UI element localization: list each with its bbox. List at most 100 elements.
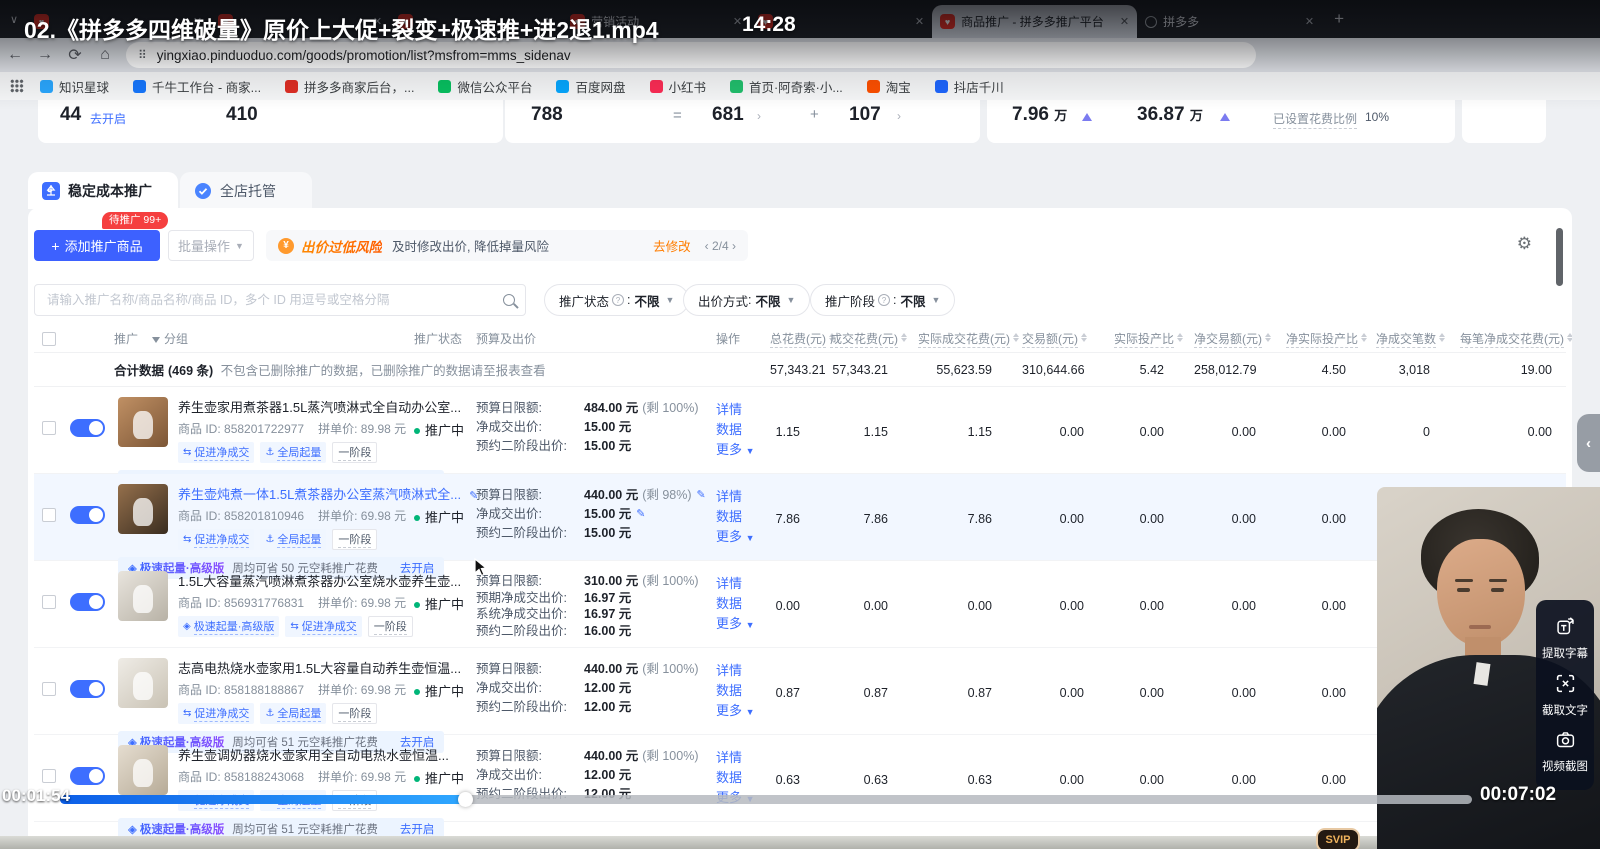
- row-checkbox[interactable]: [42, 421, 56, 435]
- stat-action-link[interactable]: 去开启: [90, 110, 126, 127]
- op-link[interactable]: 更多 ▼: [716, 527, 770, 548]
- scrollbar-thumb[interactable]: [1556, 228, 1563, 286]
- reload-icon[interactable]: ⟳: [60, 45, 90, 65]
- select-all-checkbox[interactable]: [42, 331, 56, 346]
- column-header-metric[interactable]: 总花费(元): [770, 330, 835, 348]
- op-link[interactable]: 更多 ▼: [716, 440, 770, 461]
- bookmark-item[interactable]: 首页·阿奇索·小...: [730, 77, 843, 96]
- bookmark-item[interactable]: 知识星球: [40, 77, 109, 96]
- bookmark-item[interactable]: 淘宝: [866, 77, 911, 96]
- speed-boost-enable-link[interactable]: 去开启: [400, 821, 435, 837]
- op-link[interactable]: 详情: [716, 487, 770, 507]
- op-link[interactable]: 数据: [716, 420, 770, 440]
- sort-icon[interactable]: [1361, 332, 1368, 342]
- row-checkbox[interactable]: [42, 508, 56, 522]
- product-tag[interactable]: ⚓全局起量: [260, 703, 327, 724]
- tab-close-icon[interactable]: ✕: [1120, 15, 1129, 28]
- add-promotion-button[interactable]: + 添加推广商品: [34, 230, 160, 261]
- promotion-toggle[interactable]: [70, 767, 105, 785]
- column-header-metric[interactable]: 交易额(元): [1022, 330, 1114, 348]
- bookmark-item[interactable]: 千牛工作台 - 商家...: [133, 77, 261, 96]
- home-icon[interactable]: ⌂: [90, 46, 120, 64]
- edit-pencil-icon[interactable]: ✎: [697, 486, 706, 505]
- product-tag[interactable]: 一阶段: [332, 703, 378, 724]
- row-checkbox[interactable]: [42, 769, 56, 783]
- column-header-metric[interactable]: 成交花费(元): [830, 330, 918, 348]
- product-tag[interactable]: ⚓全局起量: [260, 529, 327, 550]
- bookmark-item[interactable]: 拼多多商家后台，...: [285, 77, 414, 96]
- search-icon[interactable]: [503, 294, 515, 306]
- product-tag[interactable]: ◈ 极速起量·高级版: [178, 616, 280, 637]
- video-tool-视频截图[interactable]: 视频截图: [1542, 729, 1588, 774]
- search-box[interactable]: [34, 284, 526, 316]
- op-link[interactable]: 详情: [716, 748, 770, 768]
- column-header-metric[interactable]: 实际成交花费(元): [918, 330, 1022, 348]
- filter-funnel-icon[interactable]: [152, 337, 161, 343]
- promotion-toggle[interactable]: [70, 593, 105, 611]
- column-header-metric[interactable]: 净实际投产比: [1286, 330, 1376, 348]
- tab-close-icon[interactable]: ✕: [915, 15, 924, 28]
- url-field[interactable]: ⠿ yingxiao.pinduoduo.com/goods/promotion…: [126, 42, 1256, 68]
- row-checkbox[interactable]: [42, 682, 56, 696]
- browser-tab[interactable]: ♥ 商品推广 - 拼多多推广平台 ✕: [932, 5, 1138, 38]
- column-header-metric[interactable]: 净交易额(元): [1194, 330, 1286, 348]
- tab-close-icon[interactable]: ✕: [733, 15, 742, 28]
- product-title[interactable]: 志高电热烧水壶家用1.5L大容量自动养生壶恒温...: [178, 658, 461, 677]
- op-link[interactable]: 详情: [716, 400, 770, 420]
- tab-whole-store-hosting[interactable]: 全店托管: [180, 172, 312, 209]
- batch-operation-button[interactable]: 批量操作 ▼: [168, 230, 254, 261]
- product-tag[interactable]: 一阶段: [332, 529, 378, 550]
- product-tag[interactable]: ⚓全局起量: [260, 442, 327, 463]
- column-header-metric[interactable]: 实际投产比: [1114, 330, 1194, 348]
- chevron-right-icon[interactable]: ›: [757, 109, 761, 123]
- filter-pill-1[interactable]: 推广状态?: 不限 ▼: [544, 284, 690, 316]
- op-link[interactable]: 数据: [716, 507, 770, 527]
- edit-pencil-icon[interactable]: ✎: [636, 505, 645, 524]
- chevron-right-icon[interactable]: ›: [897, 109, 901, 123]
- site-info-icon[interactable]: ⠿: [138, 48, 148, 62]
- tab-stable-cost-promotion[interactable]: 稳定成本推广: [28, 172, 178, 209]
- sort-icon[interactable]: [1081, 332, 1087, 342]
- op-link[interactable]: 详情: [716, 574, 770, 594]
- filter-pill-2[interactable]: 出价方式: 不限 ▼: [683, 284, 811, 316]
- new-tab-button[interactable]: +: [1334, 9, 1344, 29]
- apps-grid-icon[interactable]: [10, 79, 24, 93]
- op-link[interactable]: 更多 ▼: [716, 614, 770, 635]
- promotion-toggle[interactable]: [70, 419, 105, 437]
- product-tag[interactable]: ⇆促进净成交: [178, 703, 255, 724]
- sort-icon[interactable]: [1567, 332, 1572, 342]
- bookmark-item[interactable]: 小红书: [649, 77, 706, 96]
- forward-icon[interactable]: →: [30, 46, 60, 64]
- product-tag[interactable]: 一阶段: [332, 442, 378, 463]
- sort-icon[interactable]: [901, 332, 907, 342]
- bookmark-item[interactable]: 抖店千川: [934, 77, 1004, 96]
- product-title[interactable]: 养生壶调奶器烧水壶家用全自动电热水壶恒温...: [178, 745, 449, 764]
- column-header-metric[interactable]: 每笔净成交花费(元): [1460, 330, 1572, 348]
- product-title[interactable]: 养生壶炖煮一体1.5L煮茶器办公室蒸汽喷淋式全... ✎: [178, 484, 478, 503]
- row-checkbox[interactable]: [42, 595, 56, 609]
- column-header-metric[interactable]: 净成交笔数: [1376, 330, 1460, 348]
- sort-icon[interactable]: [1439, 332, 1446, 342]
- browser-tab[interactable]: 拼多多 ✕: [1137, 5, 1322, 38]
- product-tag[interactable]: ⇆促进净成交: [285, 616, 362, 637]
- search-input[interactable]: [45, 292, 503, 308]
- bookmark-item[interactable]: 微信公众平台: [438, 77, 532, 96]
- bookmark-item[interactable]: 百度网盘: [556, 77, 626, 96]
- video-tool-提取字幕[interactable]: 提取字幕: [1542, 616, 1588, 661]
- op-link[interactable]: 数据: [716, 681, 770, 701]
- product-title[interactable]: 1.5L大容量蒸汽喷淋煮茶器办公室烧水壶养生壶...: [178, 571, 461, 590]
- video-tool-截取文字[interactable]: 截取文字: [1542, 673, 1588, 718]
- promotion-toggle[interactable]: [70, 506, 105, 524]
- video-progress-track[interactable]: [60, 792, 1472, 807]
- risk-pager[interactable]: ‹ 2/4 ›: [705, 239, 736, 253]
- promotion-toggle[interactable]: [70, 680, 105, 698]
- op-link[interactable]: 更多 ▼: [716, 701, 770, 722]
- risk-fix-link[interactable]: 去修改: [653, 236, 691, 255]
- sort-icon[interactable]: [1013, 332, 1019, 342]
- tab-close-icon[interactable]: ✕: [1305, 15, 1314, 28]
- product-title[interactable]: 养生壶家用煮茶器1.5L蒸汽喷淋式全自动办公室...: [178, 397, 461, 416]
- sort-icon[interactable]: [1265, 332, 1271, 342]
- product-tag[interactable]: ⇆促进净成交: [178, 442, 255, 463]
- product-tag[interactable]: ⇆促进净成交: [178, 529, 255, 550]
- collapse-handle[interactable]: ‹: [1577, 414, 1600, 472]
